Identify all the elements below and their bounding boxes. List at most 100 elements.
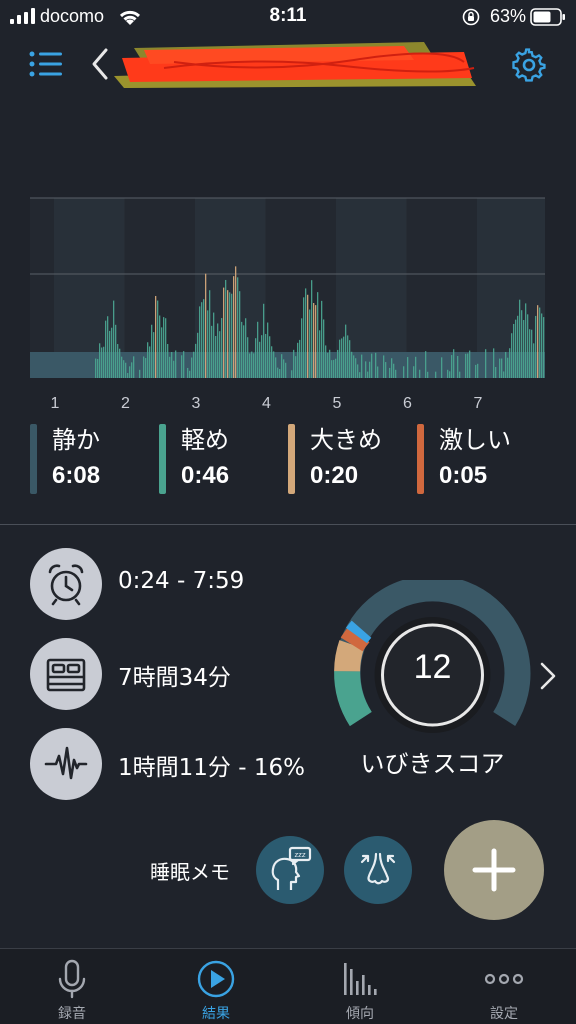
snore-bar (243, 325, 245, 378)
snore-bar (193, 351, 195, 378)
snore-bar (451, 355, 453, 378)
snore-bar (223, 287, 225, 378)
snore-bar (371, 353, 373, 378)
legend-light-label: 軽め (181, 426, 229, 454)
snore-bar (129, 366, 131, 378)
snore-bar (307, 294, 309, 378)
snore-bar (123, 360, 125, 378)
snore-bar (327, 352, 329, 378)
snore-bar (359, 372, 361, 378)
snore-score-gauge[interactable]: 12 (330, 580, 535, 755)
x-tick-label: 7 (474, 395, 483, 412)
redaction-scribble (114, 42, 476, 88)
snore-chart[interactable]: 1 2 3 4 5 6 7 (0, 98, 576, 416)
snore-bar (345, 324, 347, 378)
tab-settings[interactable]: 設定 (432, 949, 576, 1024)
snore-bar (335, 358, 337, 378)
tab-record[interactable]: 録音 (0, 949, 144, 1024)
x-tick-label: 2 (121, 395, 130, 412)
snore-bar (189, 370, 191, 378)
legend-loud-value: 0:20 (310, 462, 359, 489)
snore-score-value: 12 (413, 648, 452, 686)
snore-bar (157, 300, 159, 378)
snore-bar (147, 342, 149, 378)
legend-epic: 激しい 0:05 (417, 420, 537, 494)
snore-bar (369, 361, 371, 378)
snore-bar (393, 363, 395, 378)
menu-button[interactable] (28, 48, 64, 80)
snore-bar (241, 321, 243, 378)
snore-bar (313, 302, 315, 378)
snore-bar (151, 324, 153, 378)
list-icon (29, 51, 62, 77)
snore-bar (317, 292, 319, 378)
alarm-clock-icon (48, 564, 84, 606)
snore-bar (227, 290, 229, 378)
snore-bar (501, 358, 503, 378)
snore-bar (347, 335, 349, 378)
legend-loud-swatch (288, 424, 295, 494)
snore-bar (339, 339, 341, 378)
add-button[interactable] (444, 820, 544, 920)
snore-bar (541, 313, 543, 378)
snore-bar (351, 351, 353, 378)
snore-bar (221, 318, 223, 378)
settings-button[interactable] (512, 48, 546, 82)
snore-bar (265, 333, 267, 378)
snore-bar (383, 355, 385, 378)
tab-trends[interactable]: 傾向 (288, 949, 432, 1024)
memo-sleep-factor-button[interactable]: zzz (256, 836, 324, 904)
snore-bar (477, 363, 479, 378)
snore-bar (115, 324, 117, 378)
nose-icon (360, 852, 396, 885)
snore-bar (145, 358, 147, 378)
tab-results[interactable]: 結果 (144, 949, 288, 1024)
snore-bar (127, 373, 129, 378)
snore-bar (187, 367, 189, 378)
snore-bar (99, 343, 101, 378)
snore-bar (279, 369, 281, 378)
score-detail-button[interactable] (536, 656, 560, 696)
snore-bar (309, 309, 311, 378)
snore-bar (133, 356, 135, 378)
snore-bar (225, 279, 227, 378)
snore-bar (165, 318, 167, 378)
legend-epic-swatch (417, 424, 424, 494)
gear-icon (512, 48, 546, 82)
legend-light: 軽め 0:46 (159, 420, 279, 494)
hour-band (336, 198, 407, 378)
snore-bar (155, 295, 157, 378)
snore-bar (143, 356, 145, 378)
snore-bar (263, 303, 265, 378)
snore-bar (249, 353, 251, 378)
snore-bar (111, 327, 113, 378)
x-tick-label: 4 (262, 395, 271, 412)
snore-bar (95, 358, 97, 378)
snore-bar (505, 351, 507, 378)
snore-bar (273, 351, 275, 378)
snore-bar (285, 362, 287, 378)
legend-quiet-label: 静か (52, 426, 100, 454)
battery-percent: 63% (489, 6, 526, 26)
snore-bar (391, 358, 393, 378)
snore-bar (267, 322, 269, 378)
snore-bar (201, 302, 203, 378)
snore-score-label: いびきスコア (360, 750, 505, 778)
status-bar: docomo 8:11 63% (0, 0, 576, 34)
memo-remedy-button[interactable] (344, 836, 412, 904)
bar-chart-icon (344, 963, 377, 995)
snore-bar (395, 369, 397, 378)
bed-badge (30, 638, 102, 710)
snore-bar (173, 360, 175, 378)
snore-bar (389, 367, 391, 378)
snore-bar (153, 332, 155, 378)
snore-bar (293, 349, 295, 378)
snore-bar (199, 306, 201, 378)
snore-bar (103, 346, 105, 378)
plus-icon (472, 848, 516, 892)
info-duration: 7時間34分 (30, 638, 330, 710)
tab-results-label: 結果 (202, 1006, 230, 1022)
tab-bar: 録音 結果 傾向 設定 (0, 948, 576, 1024)
snore-bar (211, 325, 213, 378)
snore-bar (475, 364, 477, 378)
